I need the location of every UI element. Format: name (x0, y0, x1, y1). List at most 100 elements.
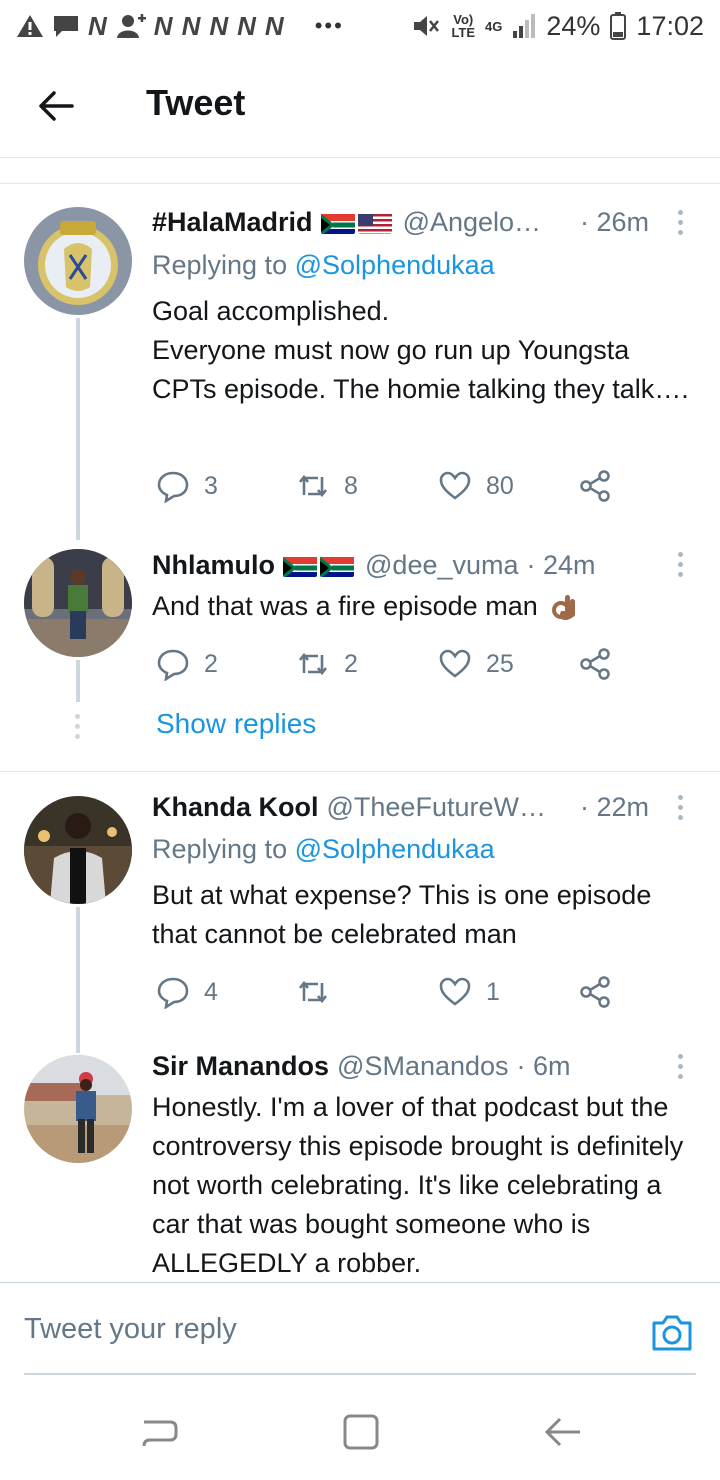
tweet-text: Goal accomplished. Everyone must now go … (152, 296, 689, 404)
replying-to: Replying to @Solphendukaa (152, 834, 495, 865)
divider (0, 183, 720, 184)
divider (0, 771, 720, 772)
south-africa-flag-icon (320, 212, 355, 234)
system-nav-bar (0, 1390, 720, 1480)
share-button[interactable] (578, 466, 612, 506)
camera-icon[interactable] (650, 1313, 694, 1353)
n-icon: N (209, 10, 230, 41)
tweet-header: Sir Manandos @SManandos · 6m (152, 1051, 571, 1082)
recent-apps-icon[interactable] (140, 1412, 180, 1452)
retweet-icon (298, 652, 328, 676)
reply-icon (157, 649, 189, 681)
retweet-count: 2 (344, 649, 358, 678)
tweet-header: Nhlamulo @dee_vuma · 24m (152, 550, 596, 581)
top-app-bar: Tweet (0, 52, 720, 158)
retweet-icon (298, 474, 328, 498)
tweet-text: And that was a fire episode man (152, 587, 692, 626)
thread-line (76, 660, 80, 702)
share-button[interactable] (578, 972, 612, 1012)
clock: 17:02 (636, 10, 704, 41)
retweet-button[interactable]: 2 (296, 644, 358, 684)
back-icon[interactable] (542, 1412, 582, 1452)
like-count: 25 (486, 649, 514, 678)
more-options-icon[interactable] (674, 795, 686, 825)
more-notifications-dots: ••• (314, 13, 344, 38)
display-name[interactable]: Nhlamulo (152, 550, 275, 581)
reply-icon (157, 471, 189, 503)
battery-icon (610, 12, 627, 40)
reply-icon (157, 977, 189, 1009)
heart-icon (439, 977, 471, 1006)
network-type: 4G (485, 18, 503, 34)
share-icon (580, 470, 610, 502)
replying-to: Replying to @Solphendukaa (152, 250, 495, 281)
display-name[interactable]: Sir Manandos (152, 1051, 329, 1082)
share-icon (580, 648, 610, 680)
avatar[interactable] (24, 207, 132, 315)
tweet-header: #HalaMadrid @Angelo… (152, 207, 541, 238)
heart-icon (439, 471, 471, 500)
status-bar: N N N N N N ••• Vo) LTE 4G 24% 17:02 (0, 0, 720, 52)
reply-count: 3 (204, 471, 218, 500)
handle[interactable]: @TheeFutureW… (327, 792, 546, 823)
avatar[interactable] (24, 549, 132, 657)
reply-button[interactable]: 2 (156, 644, 218, 684)
tweet-text: But at what expense? This is one episode… (152, 880, 652, 949)
reply-button[interactable]: 3 (156, 466, 218, 506)
page-title: Tweet (146, 82, 246, 123)
south-africa-flag-icon (283, 555, 318, 577)
thread-line (76, 907, 80, 1053)
tweet-header: Khanda Kool @TheeFutureW… (152, 792, 546, 823)
reply-count: 4 (204, 977, 218, 1006)
avatar[interactable] (24, 796, 132, 904)
replying-to-link[interactable]: @Solphendukaa (295, 834, 495, 864)
timestamp: · 6m (516, 1051, 571, 1081)
show-replies-link[interactable]: Show replies (156, 708, 316, 740)
retweet-icon (298, 980, 328, 1004)
alert-icon (17, 15, 43, 37)
tweet-actions: 4 1 (152, 972, 672, 1012)
reply-button[interactable]: 4 (156, 972, 218, 1012)
handle[interactable]: @SManandos (337, 1051, 509, 1082)
reply-count: 2 (204, 649, 218, 678)
timestamp: · 22m (580, 792, 650, 822)
back-arrow-icon[interactable] (36, 86, 76, 126)
retweet-button[interactable]: 8 (296, 466, 358, 506)
tweet-reply-input[interactable] (24, 1299, 624, 1359)
share-icon (580, 976, 610, 1008)
home-icon[interactable] (341, 1412, 381, 1452)
n-icon: N (181, 10, 202, 41)
volte-indicator: Vo) LTE (451, 12, 476, 40)
like-count: 80 (486, 471, 514, 500)
replying-to-link[interactable]: @Solphendukaa (295, 250, 495, 280)
retweet-button[interactable] (296, 972, 344, 1012)
retweet-count: 8 (344, 471, 358, 500)
n-icon: N (237, 10, 257, 41)
display-name[interactable]: #HalaMadrid (152, 207, 313, 238)
more-options-icon[interactable] (674, 552, 686, 582)
share-button[interactable] (578, 644, 612, 684)
ok-hand-emoji (551, 593, 577, 623)
battery-percent: 24% (546, 10, 601, 41)
like-button[interactable]: 80 (438, 466, 514, 506)
more-options-icon[interactable] (674, 1054, 686, 1084)
n-icon: N (88, 10, 108, 41)
south-africa-flag-icon (320, 555, 355, 577)
replying-to-label: Replying to (152, 250, 288, 280)
person-add-icon (116, 14, 146, 38)
tweet-text: Honestly. I'm a lover of that podcast bu… (152, 1092, 684, 1278)
avatar[interactable] (24, 1055, 132, 1163)
like-button[interactable]: 25 (438, 644, 514, 684)
like-button[interactable]: 1 (438, 972, 500, 1012)
tweet-text-content: And that was a fire episode man (152, 591, 538, 621)
more-options-icon[interactable] (674, 210, 686, 240)
thread-continuation-dots (75, 714, 81, 744)
handle[interactable]: @Angelo… (403, 207, 541, 238)
usa-flag-icon (357, 212, 392, 234)
handle[interactable]: @dee_vuma (365, 550, 519, 581)
timestamp: · 26m (580, 207, 650, 237)
reply-composer (0, 1282, 720, 1374)
heart-icon (439, 649, 471, 678)
message-icon (54, 16, 78, 37)
display-name[interactable]: Khanda Kool (152, 792, 319, 823)
